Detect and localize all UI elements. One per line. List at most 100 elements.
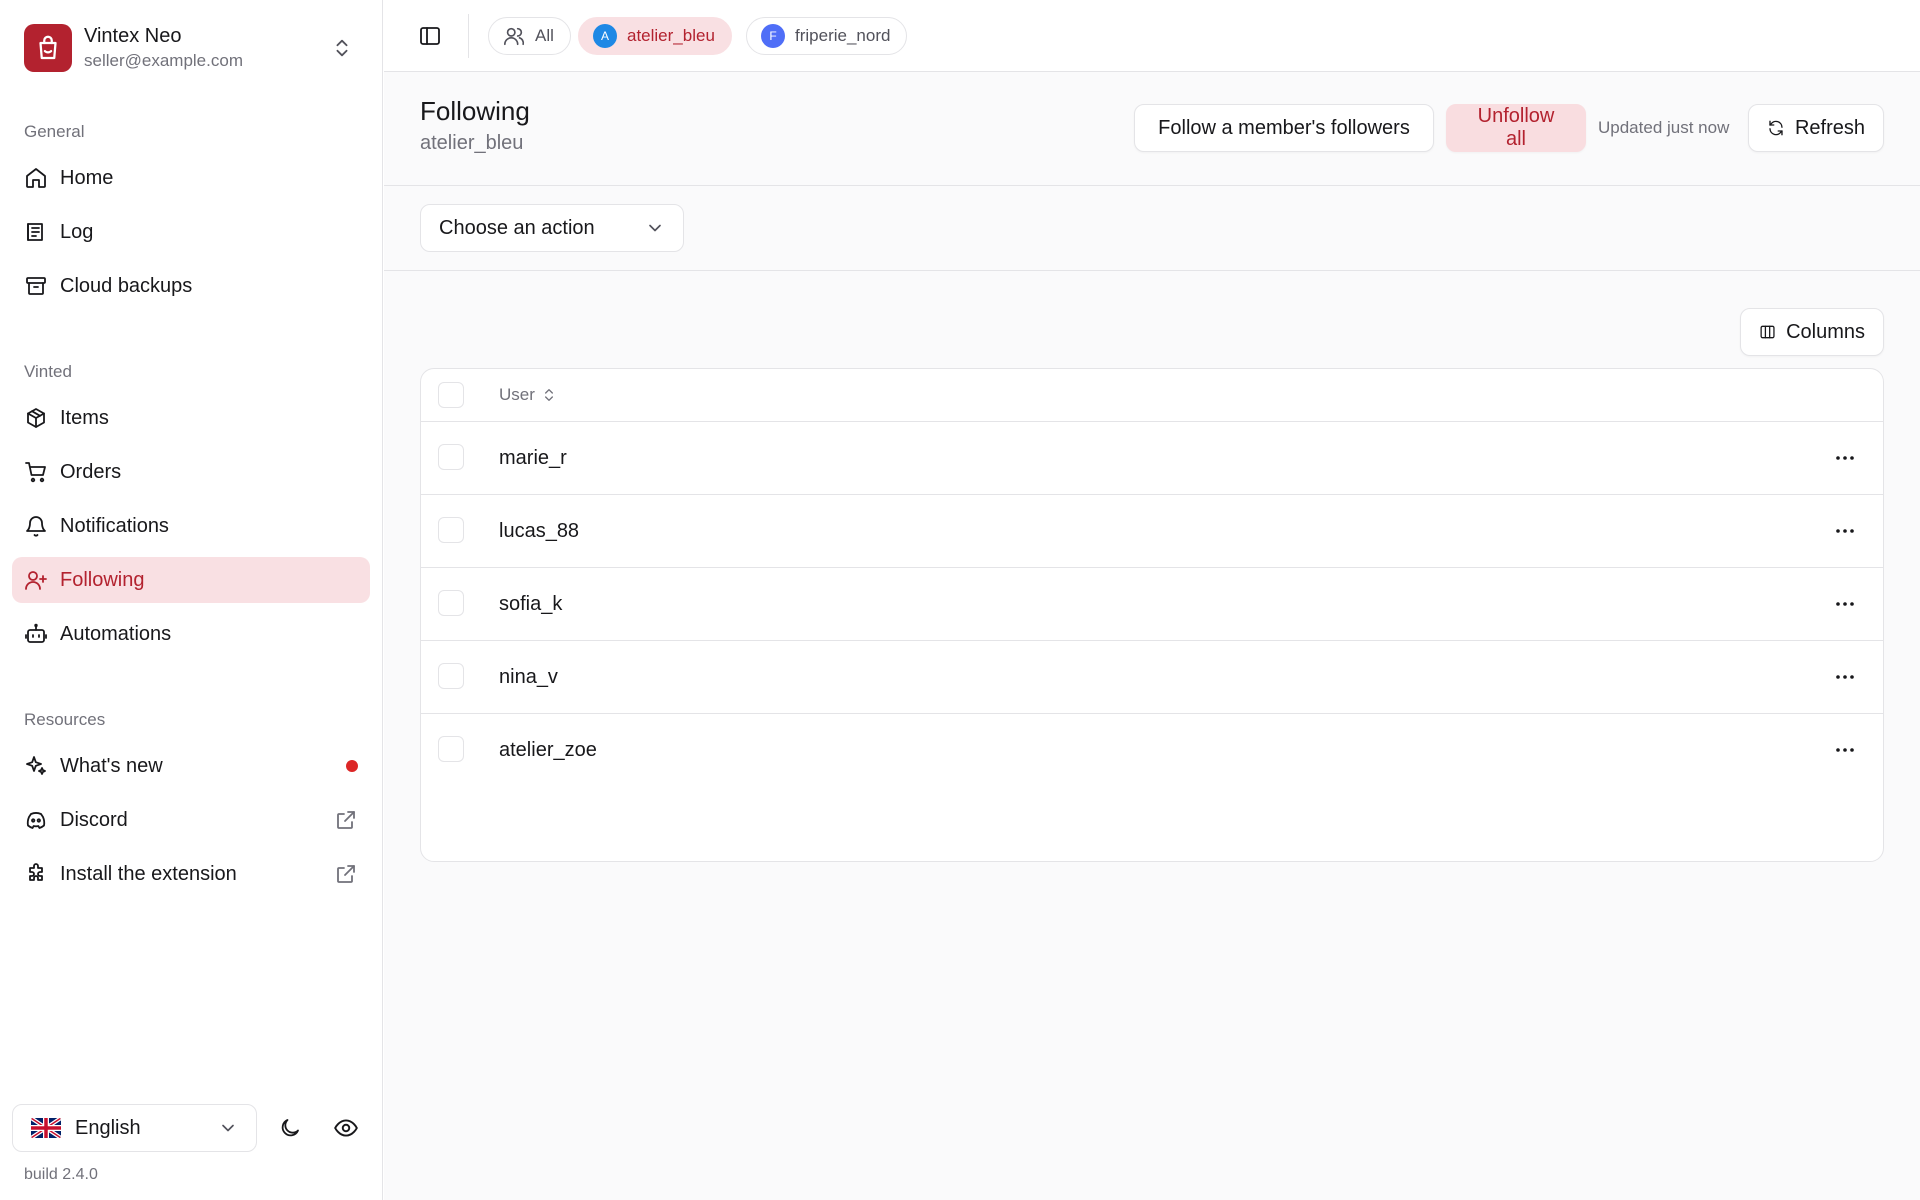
row-actions-button[interactable]	[1827, 732, 1863, 768]
header-divider	[384, 185, 1920, 186]
account-chip-all[interactable]: All	[488, 17, 571, 55]
table-row[interactable]: marie_r	[421, 422, 1883, 495]
more-horizontal-icon	[1836, 529, 1854, 533]
row-checkbox[interactable]	[438, 444, 464, 470]
sidebar-item-automations[interactable]: Automations	[12, 611, 370, 657]
row-actions-button[interactable]	[1827, 513, 1863, 549]
updated-status: Updated just now	[1598, 118, 1730, 137]
sidebar-item-label: Log	[60, 220, 94, 243]
sidebar-item-label: Home	[60, 166, 114, 189]
sidebar-item-label: What's new	[60, 754, 163, 777]
column-header-user[interactable]: User	[499, 385, 557, 405]
table-row[interactable]: atelier_zoe	[421, 714, 1883, 787]
follow-members-followers-button[interactable]: Follow a member's followers	[1134, 104, 1434, 152]
following-table: User marie_r lucas_88 sofia_k nina_v ate…	[420, 368, 1884, 862]
package-icon	[27, 408, 45, 428]
row-actions-button[interactable]	[1827, 586, 1863, 622]
sidebar-item-log[interactable]: Log	[12, 209, 370, 255]
sidebar-item-label: Items	[60, 406, 109, 429]
app-logo-icon	[24, 24, 72, 72]
moon-icon	[281, 1119, 299, 1137]
user-cell: nina_v	[499, 665, 558, 688]
row-actions-button[interactable]	[1827, 659, 1863, 695]
chevron-down-icon	[649, 224, 661, 232]
sidebar-item-orders[interactable]: Orders	[12, 449, 370, 495]
user-plus-icon	[25, 571, 47, 590]
sidebar-item-label: Following	[60, 568, 145, 591]
action-select-value: Choose an action	[439, 216, 595, 239]
bell-icon	[26, 516, 46, 537]
table-row[interactable]: lucas_88	[421, 495, 1883, 568]
sidebar-item-label: Orders	[60, 460, 122, 483]
more-horizontal-icon	[1836, 602, 1854, 606]
log-icon	[27, 223, 43, 241]
more-horizontal-icon	[1836, 456, 1854, 460]
toolbar-divider	[384, 270, 1920, 271]
sidebar-item-label: Install the extension	[60, 862, 237, 885]
sort-icon	[544, 389, 553, 401]
toggle-sidebar-button[interactable]	[410, 16, 450, 56]
chevrons-up-down-icon	[336, 39, 348, 57]
refresh-label: Refresh	[1794, 116, 1865, 139]
page-subtitle: atelier_bleu	[420, 132, 524, 154]
theme-toggle-button[interactable]	[270, 1108, 310, 1148]
home-icon	[26, 168, 46, 188]
unfollow-all-button[interactable]: Unfollow all	[1446, 104, 1586, 152]
table-row[interactable]: sofia_k	[421, 568, 1883, 641]
discord-icon	[26, 812, 46, 829]
language-value: English	[75, 1116, 141, 1139]
sidebar-item-home[interactable]: Home	[12, 155, 370, 201]
sidebar-panel-icon	[420, 27, 440, 45]
select-all-checkbox[interactable]	[438, 382, 464, 408]
column-header-label: User	[499, 385, 535, 404]
row-checkbox[interactable]	[438, 590, 464, 616]
sidebar-item-whats-new[interactable]: What's new	[12, 743, 370, 789]
sidebar-item-items[interactable]: Items	[12, 395, 370, 441]
avatar: A	[593, 24, 617, 48]
action-select[interactable]: Choose an action	[420, 204, 684, 252]
sidebar: Vintex Neo seller@example.com General Ho…	[0, 0, 383, 1200]
user-cell: sofia_k	[499, 592, 563, 615]
puzzle-icon	[29, 863, 43, 881]
section-general: General	[24, 122, 85, 141]
refresh-icon	[1769, 120, 1783, 136]
sidebar-item-label: Cloud backups	[60, 274, 193, 297]
account-name: Vintex Neo	[84, 25, 182, 47]
row-checkbox[interactable]	[438, 736, 464, 762]
sidebar-item-label: Automations	[60, 622, 172, 645]
columns-button[interactable]: Columns	[1740, 308, 1884, 356]
sidebar-item-cloud-backups[interactable]: Cloud backups	[12, 263, 370, 309]
sidebar-item-discord[interactable]: Discord	[12, 797, 370, 843]
page-title: Following	[420, 96, 530, 126]
row-checkbox[interactable]	[438, 517, 464, 543]
user-cell: lucas_88	[499, 519, 580, 542]
user-cell: atelier_zoe	[499, 739, 597, 761]
build-version: build 2.4.0	[24, 1166, 98, 1183]
bot-icon	[25, 623, 47, 643]
external-link-icon	[337, 811, 355, 829]
row-checkbox[interactable]	[438, 663, 464, 689]
table-header: User	[421, 369, 1883, 422]
eye-icon	[334, 1119, 358, 1137]
account-switcher[interactable]: Vintex Neo seller@example.com	[24, 24, 359, 72]
refresh-button[interactable]: Refresh	[1748, 104, 1884, 152]
language-select[interactable]: English	[12, 1104, 257, 1152]
topbar: All A atelier_bleu F friperie_nord	[384, 0, 1920, 72]
main-content: Following atelier_bleu Follow a member's…	[384, 72, 1920, 1200]
avatar: F	[761, 24, 785, 48]
cart-icon	[25, 462, 46, 483]
sidebar-item-following[interactable]: Following	[12, 557, 370, 603]
sidebar-item-notifications[interactable]: Notifications	[12, 503, 370, 549]
archive-icon	[26, 277, 46, 295]
section-resources: Resources	[24, 710, 106, 729]
topbar-divider	[468, 14, 469, 58]
sidebar-item-label: Notifications	[60, 514, 169, 537]
row-actions-button[interactable]	[1827, 440, 1863, 476]
users-icon	[504, 27, 525, 46]
account-chip-atelier-bleu[interactable]: A atelier_bleu	[578, 17, 732, 55]
columns-label: Columns	[1786, 320, 1865, 343]
visibility-toggle-button[interactable]	[326, 1108, 366, 1148]
account-chip-friperie-nord[interactable]: F friperie_nord	[746, 17, 908, 55]
sidebar-item-install-extension[interactable]: Install the extension	[12, 851, 370, 897]
table-row[interactable]: nina_v	[421, 641, 1883, 714]
